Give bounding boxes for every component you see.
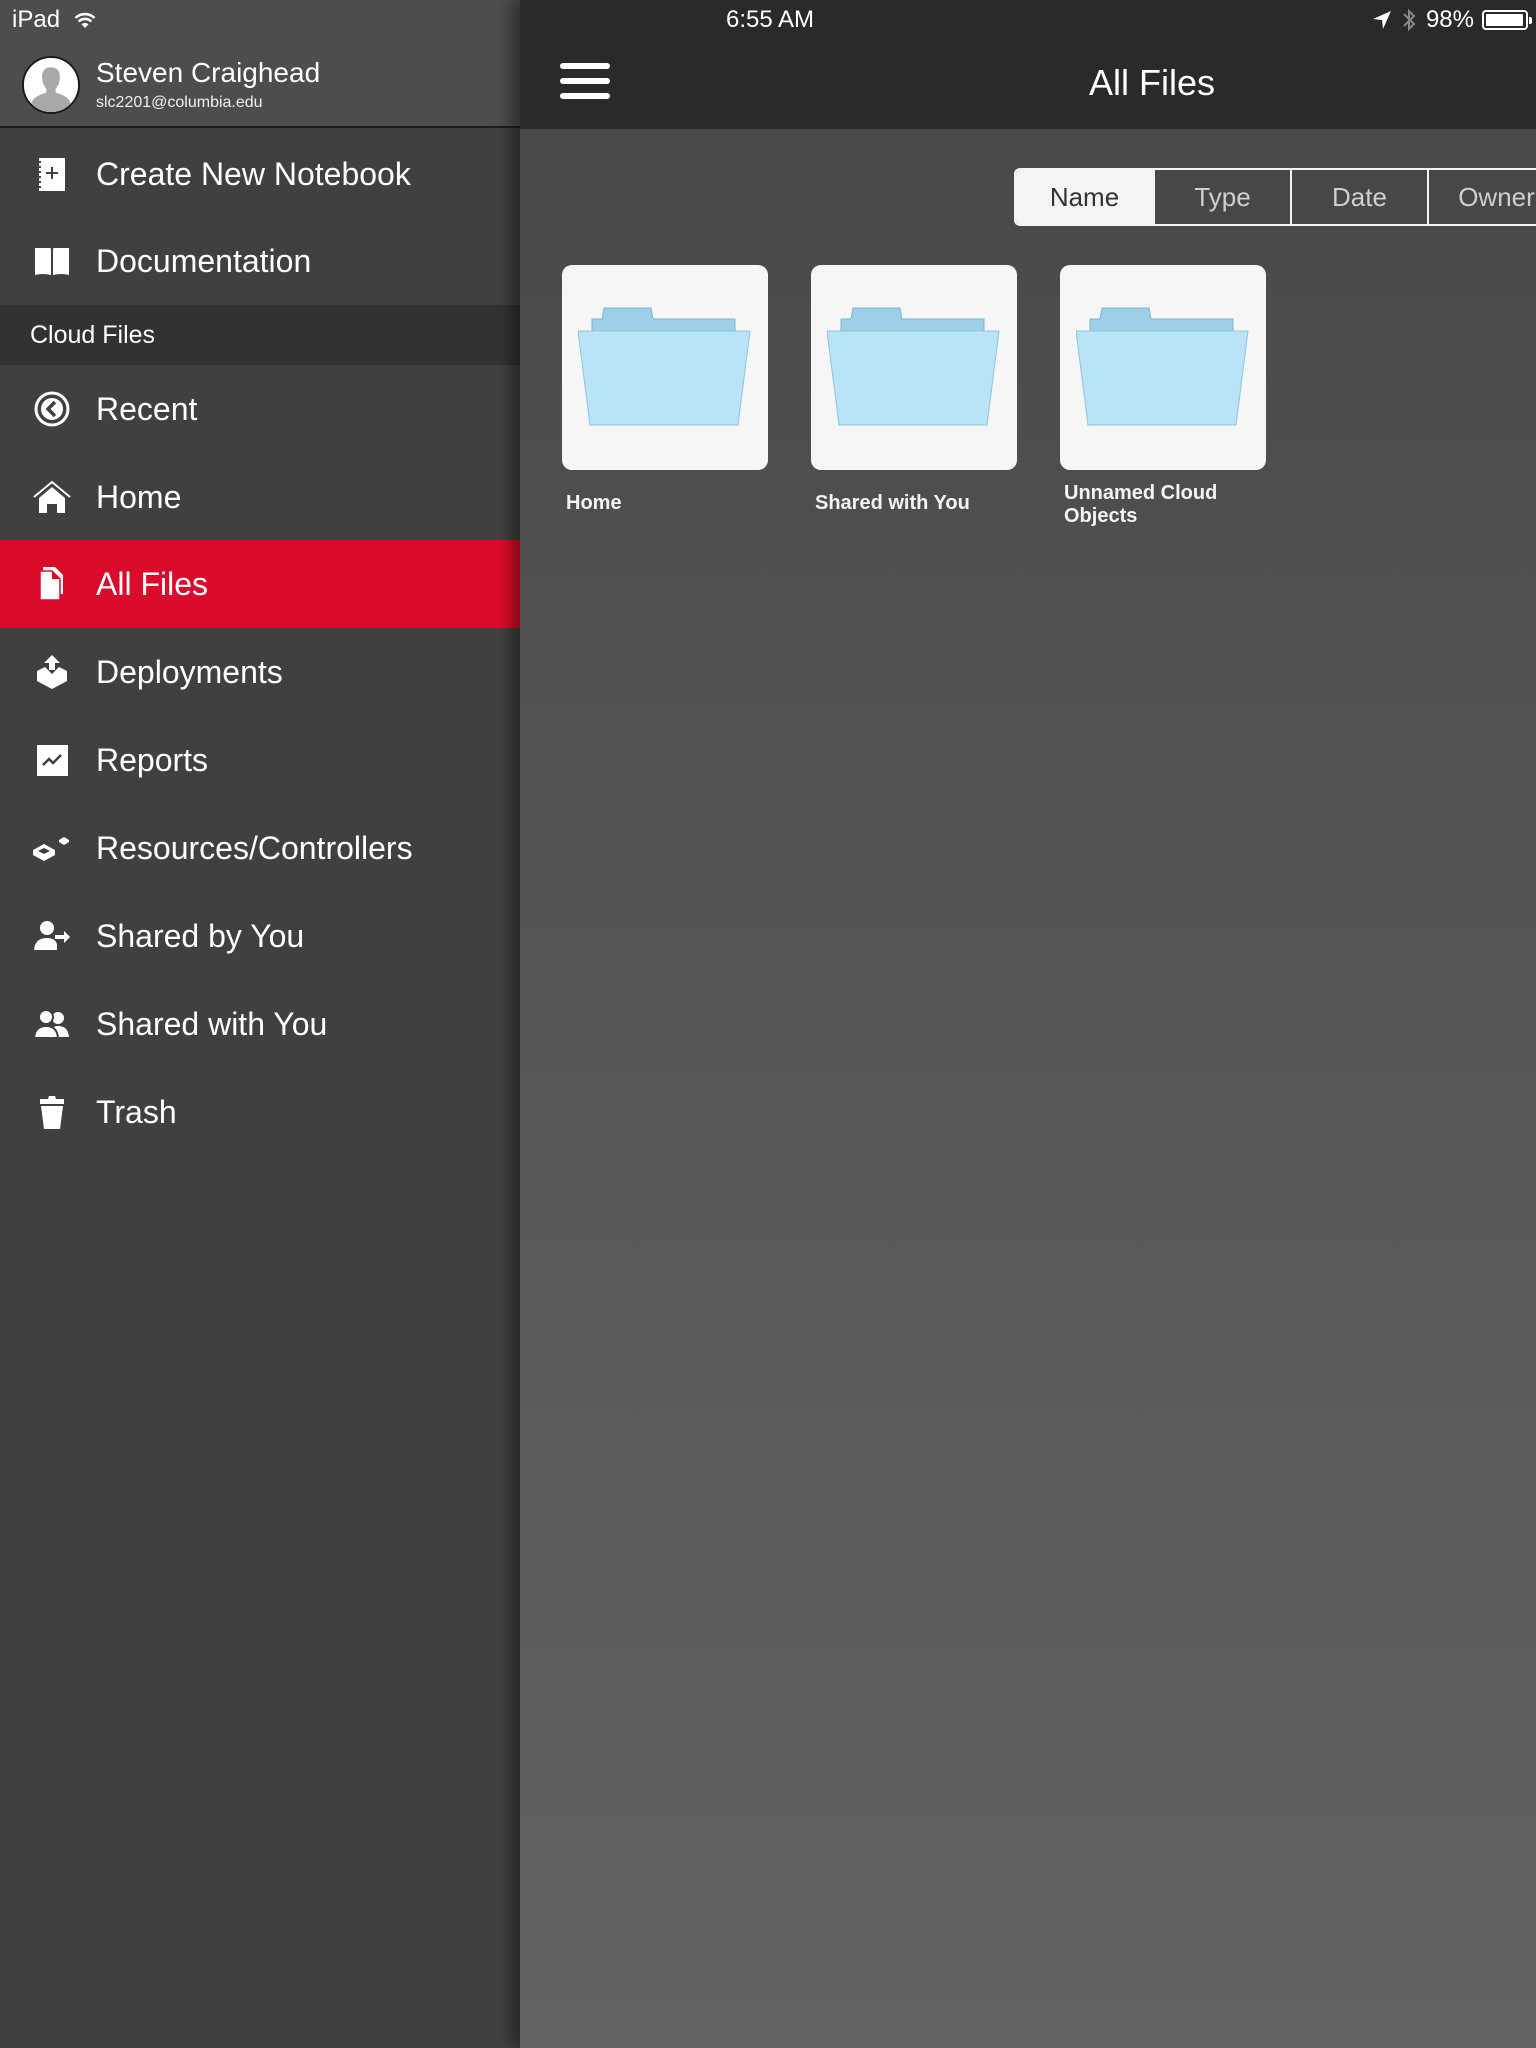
sidebar-item-shared-with-you[interactable]: Shared with You — [0, 980, 520, 1068]
nav-label: Shared with You — [96, 1005, 328, 1042]
book-icon — [32, 241, 72, 281]
avatar[interactable] — [22, 56, 80, 114]
documentation-link[interactable]: Documentation — [0, 217, 520, 305]
battery-icon — [1482, 10, 1532, 30]
folder-thumbnail — [562, 265, 768, 470]
sort-by-type-tab[interactable]: Type — [1153, 170, 1290, 224]
folder-icon — [1076, 307, 1249, 425]
sort-by-owner-tab[interactable]: Owner — [1427, 170, 1536, 224]
sort-segmented-control[interactable]: Name Type Date Owner — [1014, 168, 1536, 226]
deploy-icon — [32, 652, 72, 692]
user-email: slc2201@columbia.edu — [96, 94, 263, 111]
trash-icon — [32, 1092, 72, 1132]
sidebar-item-resources-controllers[interactable]: Resources/Controllers — [0, 804, 520, 892]
nav-label: Resources/Controllers — [96, 829, 413, 866]
sort-by-name-tab[interactable]: Name — [1016, 170, 1153, 224]
section-header-cloud-files: Cloud Files — [0, 305, 520, 365]
status-bar-left: iPad — [12, 6, 98, 34]
sidebar-item-reports[interactable]: Reports — [0, 716, 520, 804]
main-content: 6:55 AM 98% All Files Name Type Date Own… — [520, 0, 1536, 2048]
bluetooth-icon — [1403, 8, 1416, 32]
clock-icon — [32, 389, 72, 429]
nav-label: Shared by You — [96, 917, 305, 954]
folder-icon — [578, 307, 751, 425]
sidebar: iPad Steven Craighead slc2201@columbia.e… — [0, 0, 520, 2048]
page-title: All Files — [1088, 62, 1216, 103]
chart-icon — [32, 740, 72, 780]
new-notebook-icon — [32, 154, 72, 194]
sidebar-item-trash[interactable]: Trash — [0, 1068, 520, 1156]
status-bar-right: 98% — [1372, 6, 1532, 34]
nav-label: Create New Notebook — [96, 155, 411, 192]
user-name: Steven Craighead — [96, 57, 321, 88]
device-label: iPad — [12, 6, 61, 33]
home-icon — [32, 477, 72, 517]
top-nav-bar: 6:55 AM 98% All Files — [520, 0, 1536, 129]
sidebar-item-home[interactable]: Home — [0, 453, 520, 541]
nav-label: All Files — [96, 565, 209, 602]
sidebar-item-all-files[interactable]: All Files — [0, 540, 520, 628]
nav-label: Documentation — [96, 242, 312, 279]
folder-name: Unnamed Cloud Objects — [1064, 482, 1218, 527]
status-time: 6:55 AM — [725, 6, 815, 33]
sort-by-date-tab[interactable]: Date — [1290, 170, 1427, 224]
nav-label: Recent — [96, 390, 198, 427]
cubes-icon — [32, 828, 72, 868]
sidebar-item-recent[interactable]: Recent — [0, 365, 520, 453]
folder-name: Home — [566, 492, 622, 514]
wifi-icon — [74, 12, 96, 28]
nav-label: Home — [96, 478, 182, 515]
folder-item[interactable]: Shared with You — [811, 265, 1017, 515]
sidebar-item-deployments[interactable]: Deployments — [0, 628, 520, 716]
sidebar-item-shared-by-you[interactable]: Shared by You — [0, 892, 520, 980]
nav-label: Trash — [96, 1093, 177, 1130]
nav-label: Reports — [96, 741, 209, 778]
folder-thumbnail — [811, 265, 1017, 470]
folder-thumbnail — [1060, 265, 1266, 470]
user-header[interactable]: iPad Steven Craighead slc2201@columbia.e… — [0, 0, 520, 128]
folder-name: Shared with You — [815, 492, 970, 514]
users-icon — [32, 1004, 72, 1044]
folder-item[interactable]: Unnamed Cloud Objects — [1060, 265, 1266, 528]
files-icon — [32, 564, 72, 604]
nav-label: Deployments — [96, 653, 283, 690]
folder-item[interactable]: Home — [562, 265, 768, 515]
create-new-notebook-button[interactable]: Create New Notebook — [0, 130, 520, 218]
battery-level — [1486, 14, 1524, 26]
location-arrow-icon — [1372, 11, 1391, 29]
battery-percent: 98% — [1425, 6, 1474, 33]
user-share-icon — [32, 916, 72, 956]
user-silhouette-icon — [24, 58, 78, 112]
folder-icon — [827, 307, 1000, 425]
